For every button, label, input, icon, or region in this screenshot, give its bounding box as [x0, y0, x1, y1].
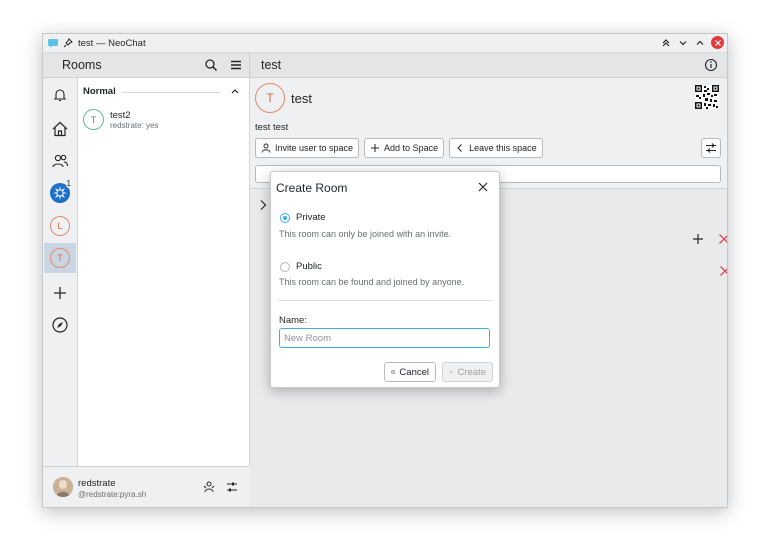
add-to-space-button[interactable]: Add to Space	[364, 138, 445, 158]
create-room-dialog: Create Room Private This room can only b…	[270, 171, 500, 388]
bell-icon	[53, 89, 67, 102]
account-bar: redstrate @redstrate:pyra.sh	[43, 466, 249, 507]
invite-user-label: Invite user to space	[275, 143, 354, 153]
search-icon[interactable]	[203, 57, 219, 73]
add-to-space-label: Add to Space	[384, 143, 439, 153]
cancel-icon	[391, 370, 396, 374]
close-icon[interactable]	[477, 181, 489, 193]
notifications-button[interactable]	[44, 80, 76, 110]
space-avatar-l: L	[50, 216, 70, 236]
pin-icon[interactable]	[63, 38, 73, 48]
user-icon	[261, 143, 271, 153]
public-radio[interactable]	[280, 262, 290, 272]
room-avatar: T	[83, 109, 104, 130]
section-divider	[122, 92, 220, 93]
neochat-app-icon	[48, 39, 58, 48]
child-room-row-1-actions	[692, 233, 728, 245]
space-l[interactable]: L	[44, 211, 76, 241]
public-description: This room can be found and joined by any…	[279, 277, 465, 287]
title-bar: test — NeoChat	[43, 34, 727, 53]
space-avatar: T	[255, 83, 285, 113]
reject-icon[interactable]	[719, 265, 728, 277]
reject-icon[interactable]	[718, 233, 728, 245]
leave-space-label: Leave this space	[469, 143, 537, 153]
explore-rooms-button[interactable]	[44, 310, 76, 340]
dialog-divider	[278, 300, 492, 301]
minimize-icon[interactable]	[677, 36, 689, 49]
rooms-title: Rooms	[62, 58, 102, 72]
home-button[interactable]	[44, 114, 76, 144]
info-icon[interactable]	[703, 57, 719, 73]
home-icon	[52, 121, 68, 137]
window-title: test — NeoChat	[78, 37, 146, 49]
space-avatar-t: T	[50, 248, 70, 268]
room-header-title: test	[261, 58, 282, 72]
cancel-label: Cancel	[399, 366, 429, 378]
room-list: Normal T test2 redstrate: yes	[78, 78, 250, 466]
chevron-left-icon	[457, 144, 462, 152]
maximize-icon[interactable]	[694, 36, 706, 49]
private-description: This room can only be joined with an inv…	[279, 229, 452, 239]
space-name: test	[291, 91, 312, 106]
hamburger-menu-icon[interactable]	[228, 57, 244, 73]
plus-icon	[54, 287, 66, 299]
leave-space-button[interactable]: Leave this space	[449, 138, 543, 158]
unread-badge: 1	[65, 179, 72, 188]
public-label[interactable]: Public	[296, 261, 322, 272]
space-actions: Invite user to space Add to Space Leave …	[255, 138, 543, 158]
spaces-sidebar: 1 L T	[43, 78, 78, 507]
section-header-normal: Normal	[83, 86, 116, 97]
create-space-button[interactable]	[44, 278, 76, 308]
name-label: Name:	[279, 315, 307, 326]
user-avatar[interactable]	[53, 477, 73, 497]
cancel-button[interactable]: Cancel	[384, 362, 436, 382]
room-name-input[interactable]	[279, 328, 490, 348]
invite-user-button[interactable]: Invite user to space	[255, 138, 360, 158]
compass-icon	[52, 317, 68, 333]
switch-account-icon[interactable]	[202, 480, 216, 494]
add-icon[interactable]	[692, 233, 704, 245]
plus-icon	[449, 370, 453, 374]
direct-messages-button[interactable]	[44, 146, 76, 176]
chevron-up-icon[interactable]	[230, 86, 240, 96]
room-item-last-message: redstrate: yes	[110, 120, 159, 130]
dialog-title: Create Room	[276, 181, 348, 195]
space-settings-button[interactable]	[701, 138, 721, 158]
private-radio[interactable]	[280, 213, 290, 223]
close-window-icon[interactable]	[711, 36, 724, 49]
qr-code-icon[interactable]	[695, 85, 719, 109]
room-list-item[interactable]: T test2 redstrate: yes	[83, 109, 158, 130]
sliders-icon	[706, 143, 716, 153]
space-kde[interactable]: 1	[44, 178, 76, 208]
keep-above-icon[interactable]	[660, 36, 672, 49]
header-divider	[249, 53, 250, 77]
child-room-row-2-actions	[719, 265, 728, 277]
space-topic: test test	[255, 122, 289, 133]
create-label: Create	[457, 366, 486, 378]
chevron-right-icon[interactable]	[258, 199, 268, 211]
plus-icon	[371, 144, 380, 152]
header-bar: Rooms test	[43, 53, 727, 78]
settings-sliders-icon[interactable]	[225, 480, 239, 494]
people-icon	[52, 154, 69, 168]
user-matrix-id: @redstrate:pyra.sh	[78, 490, 147, 499]
space-t[interactable]: T	[44, 243, 76, 273]
user-display-name: redstrate	[78, 478, 116, 489]
private-label[interactable]: Private	[296, 212, 326, 223]
room-item-name: test2	[110, 109, 131, 121]
create-button[interactable]: Create	[442, 362, 493, 382]
